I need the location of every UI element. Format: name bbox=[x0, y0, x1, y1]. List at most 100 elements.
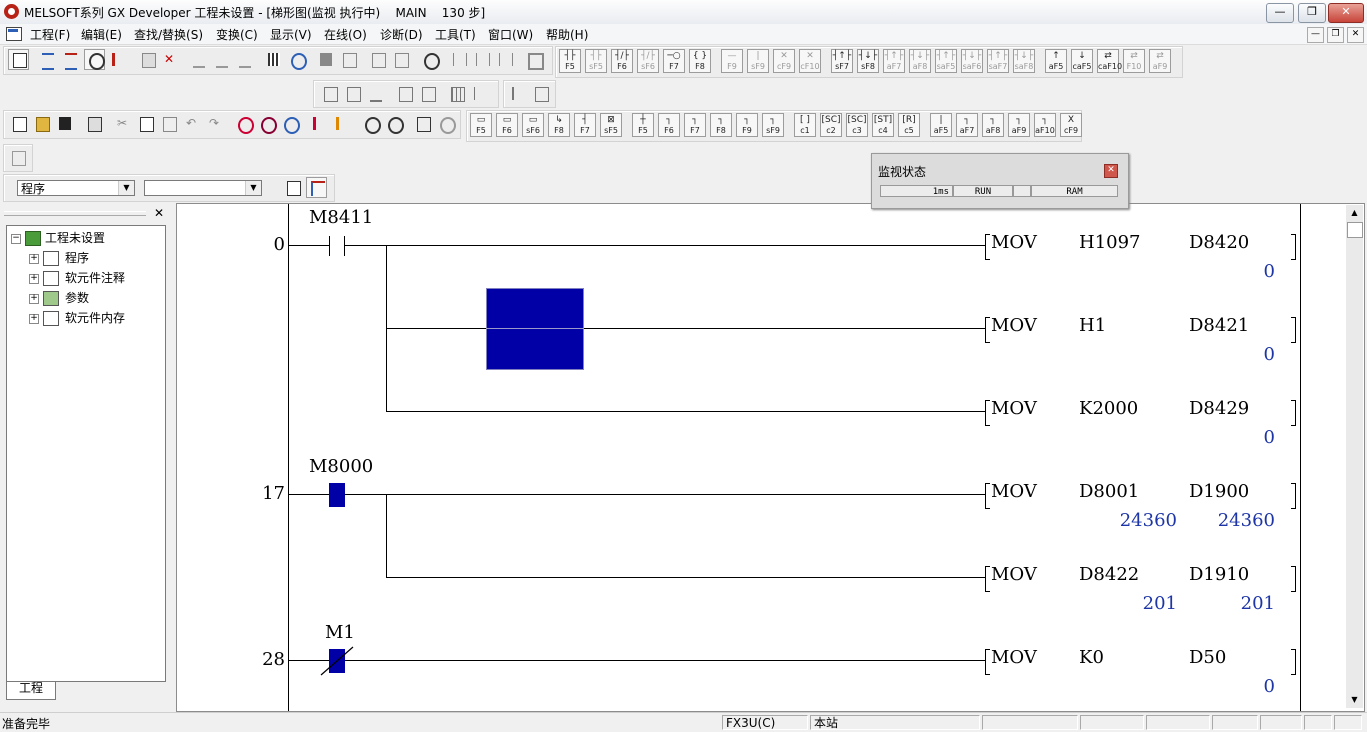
ladder-key-f5[interactable]: ┤├ F5 bbox=[559, 49, 581, 73]
ladder-key-c5[interactable]: [R] c5 bbox=[898, 113, 920, 137]
statement-icon[interactable] bbox=[211, 49, 232, 70]
find-device-icon[interactable] bbox=[233, 113, 254, 134]
open-folder-icon[interactable] bbox=[31, 113, 52, 134]
sfc-icon[interactable] bbox=[507, 83, 528, 104]
scan-icon[interactable] bbox=[394, 83, 415, 104]
ladder-key-cf9[interactable]: ✕ cF9 bbox=[773, 49, 795, 73]
cut-icon[interactable]: ✂ bbox=[112, 113, 133, 134]
expand-icon[interactable]: + bbox=[29, 314, 39, 324]
error-icon[interactable] bbox=[365, 83, 386, 104]
undo-icon[interactable]: ↶ bbox=[181, 113, 202, 134]
ladder-key-c2[interactable]: [SC] c2 bbox=[820, 113, 842, 137]
ladder-key-af5[interactable]: | aF5 bbox=[930, 113, 952, 137]
document-icon[interactable] bbox=[6, 27, 22, 41]
menu-project[interactable]: 工程(F) bbox=[30, 26, 70, 43]
menu-convert[interactable]: 变换(C) bbox=[216, 26, 258, 43]
zoom-in-icon[interactable] bbox=[360, 113, 381, 134]
scroll-up-icon[interactable]: ▲ bbox=[1346, 205, 1363, 221]
ladder-key-c1[interactable]: [ ] c1 bbox=[794, 113, 816, 137]
copy-window-icon[interactable] bbox=[367, 49, 388, 70]
ladder-editor[interactable]: M8411 0 MOV H1097 D8420 0 MOV H1 D8421 0… bbox=[176, 203, 1365, 712]
menu-tools[interactable]: 工具(T) bbox=[435, 26, 476, 43]
restore-button[interactable]: ❐ bbox=[1298, 3, 1326, 23]
step-list-icon[interactable] bbox=[417, 83, 438, 104]
mdi-minimize-button[interactable]: — bbox=[1307, 27, 1324, 43]
find-instruction-icon[interactable] bbox=[256, 113, 277, 134]
sfc-block-icon[interactable] bbox=[530, 83, 551, 104]
menu-view[interactable]: 显示(V) bbox=[270, 26, 312, 43]
display-icon[interactable] bbox=[412, 113, 433, 134]
program-list-icon[interactable] bbox=[319, 83, 340, 104]
menu-edit[interactable]: 编辑(E) bbox=[81, 26, 122, 43]
ladder-move-icon[interactable] bbox=[60, 49, 81, 70]
ladder-key-f9[interactable]: ┐ F9 bbox=[736, 113, 758, 137]
ladder-key-sf7[interactable]: ┤↑├ sF7 bbox=[831, 49, 853, 73]
grid-icon[interactable] bbox=[446, 83, 467, 104]
chevron-down-icon[interactable]: ▼ bbox=[245, 181, 261, 195]
panel-grip[interactable] bbox=[4, 211, 146, 216]
ladder-key-sf5[interactable]: ┤├ sF5 bbox=[585, 49, 607, 73]
write-icon[interactable] bbox=[308, 113, 329, 134]
chevron-down-icon[interactable]: ▼ bbox=[118, 181, 134, 195]
tree-view-icon[interactable] bbox=[306, 177, 327, 198]
ladder-key-af7[interactable]: ┤↑├ aF7 bbox=[883, 49, 905, 73]
read-icon[interactable] bbox=[331, 113, 352, 134]
ladder-key-f7[interactable]: ┐ F7 bbox=[684, 113, 706, 137]
ladder-key-af10[interactable]: ┐ aF10 bbox=[1034, 113, 1056, 137]
ladder-key-f5[interactable]: ▭ F5 bbox=[470, 113, 492, 137]
ladder-key-f9[interactable]: — F9 bbox=[721, 49, 743, 73]
data-name-select[interactable]: ▼ bbox=[144, 180, 262, 196]
ladder-key-f8[interactable]: ↳ F8 bbox=[548, 113, 570, 137]
align-icon[interactable] bbox=[469, 83, 490, 104]
close-icon[interactable]: ✕ bbox=[1104, 164, 1118, 178]
ladder-key-af9[interactable]: ┐ aF9 bbox=[1008, 113, 1030, 137]
zoom-out-icon[interactable] bbox=[383, 113, 404, 134]
ladder-key-sf5[interactable]: ⊠ sF5 bbox=[600, 113, 622, 137]
print-icon[interactable] bbox=[83, 113, 104, 134]
mdi-close-button[interactable]: ✕ bbox=[1347, 27, 1364, 43]
write-mode-icon[interactable] bbox=[107, 49, 128, 70]
scroll-thumb[interactable] bbox=[1347, 222, 1363, 238]
ladder-key-sf8[interactable]: ┤↓├ sF8 bbox=[857, 49, 879, 73]
new-file-icon[interactable] bbox=[8, 113, 29, 134]
menu-help[interactable]: 帮助(H) bbox=[546, 26, 588, 43]
redo-icon[interactable]: ↷ bbox=[204, 113, 225, 134]
ladder-key-sf9[interactable]: | sF9 bbox=[747, 49, 769, 73]
save-icon[interactable] bbox=[54, 113, 75, 134]
ladder-key-saf6[interactable]: ┤↓├ saF6 bbox=[961, 49, 983, 73]
ladder-key-af8[interactable]: ┐ aF8 bbox=[982, 113, 1004, 137]
monitor-start-icon[interactable] bbox=[84, 49, 105, 70]
find-contact-icon[interactable] bbox=[279, 113, 300, 134]
copy-icon[interactable] bbox=[135, 113, 156, 134]
minimize-button[interactable]: — bbox=[1266, 3, 1294, 23]
ladder-key-f6[interactable]: ┤/├ F6 bbox=[611, 49, 633, 73]
project-list-icon[interactable] bbox=[7, 147, 28, 168]
vertical-scrollbar[interactable]: ▲ ▼ bbox=[1346, 205, 1363, 708]
menu-diagnostics[interactable]: 诊断(D) bbox=[380, 26, 423, 43]
ladder-key-sf6[interactable]: ┤/├ sF6 bbox=[637, 49, 659, 73]
ladder-key-saf7[interactable]: ┤↑├ saF7 bbox=[987, 49, 1009, 73]
entry-data-monitor-icon[interactable] bbox=[286, 49, 307, 70]
delete-icon[interactable]: ✕ bbox=[159, 49, 180, 70]
ladder-key-f5[interactable]: ┼ F5 bbox=[632, 113, 654, 137]
sort-mid-icon[interactable] bbox=[494, 49, 515, 70]
ladder-key-cf10[interactable]: ✕ cF10 bbox=[799, 49, 821, 73]
ladder-key-f6[interactable]: ▭ F6 bbox=[496, 113, 518, 137]
settings-icon[interactable] bbox=[435, 113, 456, 134]
ladder-key-cf9[interactable]: XcF9 bbox=[1060, 113, 1082, 137]
ladder-key-sf6[interactable]: ▭ sF6 bbox=[522, 113, 544, 137]
frame-icon[interactable] bbox=[523, 49, 544, 70]
mdi-restore-button[interactable]: ❐ bbox=[1327, 27, 1344, 43]
test-icon[interactable] bbox=[315, 49, 336, 70]
scroll-down-icon[interactable]: ▼ bbox=[1346, 692, 1363, 708]
ladder-key-f8[interactable]: { } F8 bbox=[689, 49, 711, 73]
ladder-key-saf8[interactable]: ┤↓├ saF8 bbox=[1013, 49, 1035, 73]
expand-icon[interactable]: + bbox=[29, 294, 39, 304]
ladder-key-af9[interactable]: ⇄ aF9 bbox=[1149, 49, 1171, 73]
ladder-key-af8[interactable]: ┤↓├ aF8 bbox=[909, 49, 931, 73]
app-icon[interactable] bbox=[4, 4, 19, 19]
ladder-key-c3[interactable]: [SC] c3 bbox=[846, 113, 868, 137]
device-batch-icon[interactable] bbox=[263, 49, 284, 70]
data-type-select[interactable]: 程序 ▼ bbox=[17, 180, 135, 196]
ladder-key-saf5[interactable]: ┤↑├ saF5 bbox=[935, 49, 957, 73]
